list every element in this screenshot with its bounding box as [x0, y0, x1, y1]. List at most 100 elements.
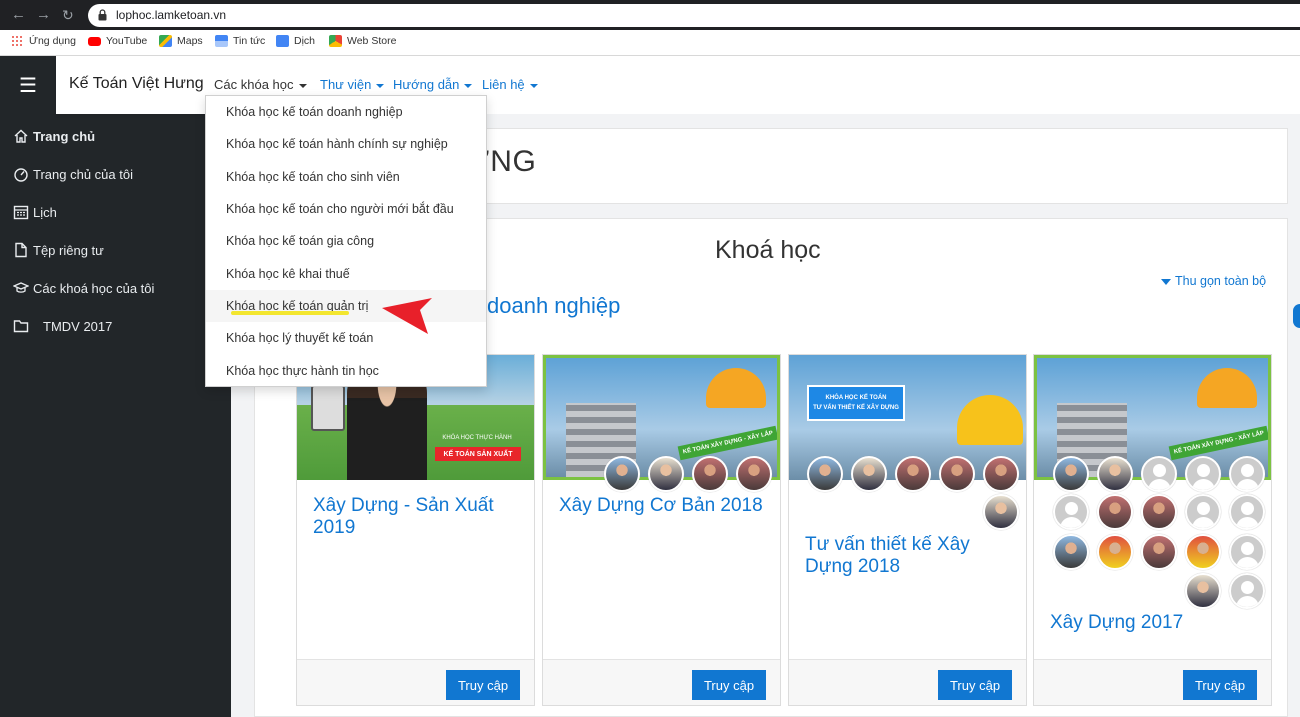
- banner-line2: KẾ TOÁN SẢN XUẤT: [435, 447, 521, 461]
- back-icon[interactable]: ←: [11, 7, 26, 23]
- dropdown-item[interactable]: Khóa học lý thuyết kế toán: [206, 322, 486, 354]
- dropdown-item[interactable]: Khóa học kế toán gia công: [206, 225, 486, 257]
- access-button[interactable]: Truy cập: [692, 670, 766, 700]
- sidebar-item-private-files[interactable]: Tệp riêng tư: [13, 242, 104, 258]
- dropdown-item[interactable]: Khóa học kế toán cho người mới bắt đầu: [206, 193, 486, 225]
- bookmark-label: Web Store: [347, 35, 397, 47]
- collapse-all-link[interactable]: Thu gọn toàn bộ: [1161, 274, 1266, 288]
- avatar[interactable]: [648, 456, 684, 492]
- reload-icon[interactable]: ↻: [62, 7, 74, 23]
- avatar[interactable]: [1097, 494, 1133, 530]
- default-avatar-icon[interactable]: [1229, 456, 1265, 492]
- menu-library[interactable]: Thư viện: [320, 77, 385, 92]
- default-avatar-icon[interactable]: [1053, 494, 1089, 530]
- course-title[interactable]: Xây Dựng 2017: [1050, 612, 1255, 634]
- caret-down-icon: [529, 83, 538, 88]
- dropdown-item[interactable]: Khóa học thực hành tin học: [206, 355, 486, 387]
- bookmark-label: YouTube: [106, 35, 148, 47]
- avatar[interactable]: [983, 494, 1019, 530]
- sidebar-item-label: Lịch: [33, 204, 57, 220]
- access-button[interactable]: Truy cập: [1183, 670, 1257, 700]
- dropdown-item[interactable]: Khóa học kế toán hành chính sự nghiệp: [206, 128, 486, 160]
- avatar[interactable]: [1141, 534, 1177, 570]
- sidebar-item-tmdv-2017[interactable]: TMDV 2017: [13, 318, 112, 334]
- avatar[interactable]: [1141, 494, 1177, 530]
- avatar[interactable]: [1097, 456, 1133, 492]
- menu-contact[interactable]: Liên hệ: [482, 77, 538, 92]
- course-footer: Truy cập: [789, 659, 1026, 705]
- caret-down-icon: [464, 83, 473, 88]
- default-avatar-icon[interactable]: [1141, 456, 1177, 492]
- default-avatar-icon[interactable]: [1185, 494, 1221, 530]
- banner-line2: KẾ TOÁN XÂY DỰNG - XÂY LẮP: [1168, 425, 1268, 461]
- sidebar-item-home[interactable]: Trang chủ: [13, 128, 95, 144]
- bookmark-label: Ứng dụng: [29, 35, 76, 47]
- default-avatar-icon[interactable]: [1229, 534, 1265, 570]
- default-avatar-icon[interactable]: [1185, 456, 1221, 492]
- avatar[interactable]: [851, 456, 887, 492]
- avatar[interactable]: [1053, 534, 1089, 570]
- menu-courses[interactable]: Các khóa học: [214, 77, 307, 92]
- access-button[interactable]: Truy cập: [446, 670, 520, 700]
- banner-line2: TƯ VẤN THIẾT KẾ XÂY DỰNG: [813, 405, 899, 411]
- bookmark-translate[interactable]: Dịch: [276, 35, 315, 47]
- worker-helmet: [1197, 368, 1257, 408]
- avatar[interactable]: [1097, 534, 1133, 570]
- avatar[interactable]: [939, 456, 975, 492]
- course-title[interactable]: Tư vấn thiết kế Xây Dựng 2018: [805, 534, 1010, 578]
- banner-sign: KHÓA HỌC KẾ TOÁN TƯ VẤN THIẾT KẾ XÂY DỰNG: [807, 385, 905, 421]
- menu-guide[interactable]: Hướng dẫn: [393, 77, 473, 92]
- sidebar-item-my-courses[interactable]: Các khoá học của tôi: [13, 280, 154, 296]
- apps-grid-icon: [11, 35, 24, 47]
- banner-line1: KHÓA HỌC THỰC HÀNH: [442, 435, 512, 441]
- avatar[interactable]: [1185, 534, 1221, 570]
- access-button[interactable]: Truy cập: [938, 670, 1012, 700]
- url-text: lophoc.lamketoan.vn: [116, 8, 227, 22]
- bookmark-maps[interactable]: Maps: [159, 35, 203, 47]
- menu-label: Liên hệ: [482, 77, 525, 92]
- maps-icon: [159, 35, 172, 47]
- site-name[interactable]: Kế Toán Việt Hưng: [69, 75, 204, 93]
- bookmark-news[interactable]: Tin tức: [215, 35, 265, 47]
- red-arrow-annotation: [382, 298, 432, 334]
- bookmark-apps[interactable]: Ứng dụng: [11, 35, 76, 47]
- dropdown-item[interactable]: Khóa học kế toán doanh nghiệp: [206, 96, 486, 128]
- avatar[interactable]: [983, 456, 1019, 492]
- dropdown-item-active[interactable]: Khóa học kế toán quản trị: [206, 290, 486, 322]
- default-avatar-icon[interactable]: [1229, 573, 1265, 609]
- banner-line1: KHÓA HỌC KẾ TOÁN: [825, 395, 887, 401]
- default-avatar-icon[interactable]: [1229, 494, 1265, 530]
- dropdown-item[interactable]: Khóa học kê khai thuế: [206, 258, 486, 290]
- lock-icon: [98, 9, 107, 21]
- side-drawer-toggle[interactable]: [1293, 304, 1300, 328]
- webstore-icon: [329, 35, 342, 47]
- avatar[interactable]: [692, 456, 728, 492]
- dropdown-item[interactable]: Khóa học kế toán cho sinh viên: [206, 161, 486, 193]
- avatar[interactable]: [604, 456, 640, 492]
- course-footer: Truy cập: [297, 659, 534, 705]
- sidebar-item-dashboard[interactable]: Trang chủ của tôi: [13, 166, 133, 182]
- avatar[interactable]: [895, 456, 931, 492]
- avatar[interactable]: [736, 456, 772, 492]
- section-title: Khoá học: [715, 236, 821, 264]
- sidebar-item-calendar[interactable]: Lịch: [13, 204, 57, 220]
- course-card: KẾ TOÁN XÂY DỰNG - XÂY LẮP Xây Dựng Cơ B…: [542, 354, 781, 706]
- avatar[interactable]: [1185, 573, 1221, 609]
- course-title[interactable]: Xây Dựng - Sản Xuất 2019: [313, 495, 518, 539]
- address-bar[interactable]: [88, 4, 1300, 27]
- hamburger-menu-icon[interactable]: ☰: [0, 56, 56, 114]
- course-title[interactable]: Xây Dựng Cơ Bản 2018: [559, 495, 774, 517]
- forward-icon[interactable]: →: [36, 7, 51, 23]
- home-icon: [14, 129, 28, 143]
- collapse-label: Thu gọn toàn bộ: [1175, 274, 1267, 288]
- bookmark-webstore[interactable]: Web Store: [329, 35, 396, 47]
- bookmarks-bar: Ứng dụng YouTube Maps Tin tức Dịch Web S…: [0, 30, 1300, 56]
- sidebar-item-label: Tệp riêng tư: [33, 242, 104, 258]
- translate-icon: [276, 35, 289, 47]
- sidebar-item-label: TMDV 2017: [43, 318, 113, 334]
- category-title[interactable]: doanh nghiệp: [487, 293, 620, 319]
- avatar[interactable]: [807, 456, 843, 492]
- avatar[interactable]: [1053, 456, 1089, 492]
- youtube-icon: [88, 36, 101, 46]
- bookmark-youtube[interactable]: YouTube: [88, 35, 147, 47]
